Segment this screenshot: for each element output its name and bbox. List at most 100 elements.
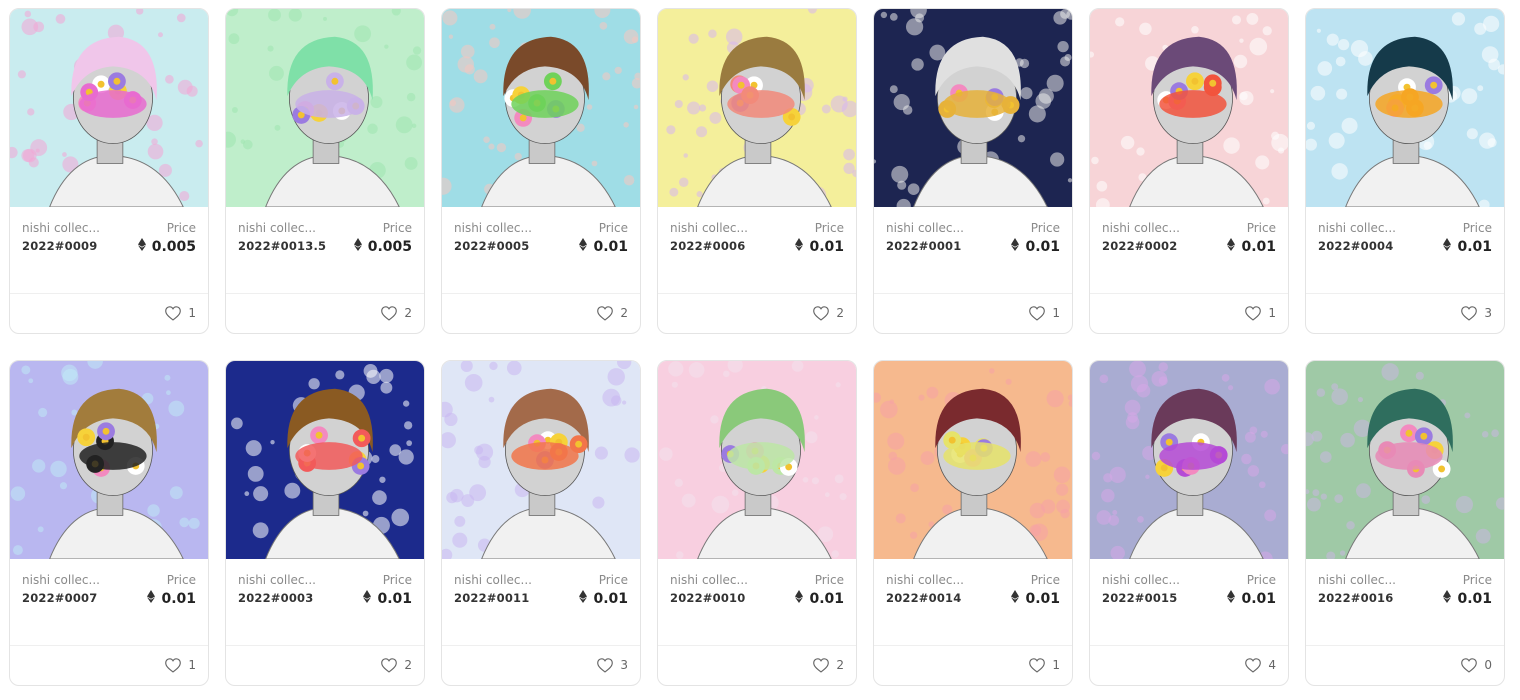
- like-button[interactable]: 3: [1460, 305, 1492, 321]
- like-button[interactable]: 1: [164, 305, 196, 321]
- nft-artwork-image[interactable]: [658, 9, 856, 207]
- nft-name[interactable]: 2022#0001: [886, 239, 961, 253]
- nft-card[interactable]: nishi collec... 2022#0004 Price 0.01 3: [1305, 8, 1505, 334]
- nft-name[interactable]: 2022#0002: [1102, 239, 1177, 253]
- like-button[interactable]: 1: [1244, 305, 1276, 321]
- price-label: Price: [814, 573, 844, 587]
- nft-card[interactable]: nishi collec... 2022#0013.5 Price 0.005 …: [225, 8, 425, 334]
- collection-name[interactable]: nishi collec...: [670, 221, 748, 235]
- nft-card[interactable]: nishi collec... 2022#0009 Price 0.005 1: [9, 8, 209, 334]
- nft-name[interactable]: 2022#0015: [1102, 591, 1177, 605]
- price-label: Price: [1462, 573, 1492, 587]
- like-button[interactable]: 2: [380, 305, 412, 321]
- nft-artwork-image[interactable]: [226, 361, 424, 559]
- like-button[interactable]: 3: [596, 657, 628, 673]
- nft-name[interactable]: 2022#0004: [1318, 239, 1393, 253]
- card-info: nishi collec... 2022#0002 Price 0.01: [1090, 207, 1288, 294]
- heart-icon[interactable]: [812, 305, 830, 321]
- collection-name[interactable]: nishi collec...: [1318, 221, 1396, 235]
- nft-artwork-image[interactable]: [874, 361, 1072, 559]
- price-value: 0.01: [1011, 590, 1060, 607]
- collection-name[interactable]: nishi collec...: [454, 221, 532, 235]
- collection-name[interactable]: nishi collec...: [1318, 573, 1396, 587]
- nft-card[interactable]: nishi collec... 2022#0011 Price 0.01 3: [441, 360, 641, 686]
- nft-name[interactable]: 2022#0003: [238, 591, 313, 605]
- nft-card[interactable]: nishi collec... 2022#0014 Price 0.01 1: [873, 360, 1073, 686]
- nft-card[interactable]: nishi collec... 2022#0003 Price 0.01 2: [225, 360, 425, 686]
- nft-name[interactable]: 2022#0006: [670, 239, 745, 253]
- heart-icon[interactable]: [1028, 657, 1046, 673]
- nft-name[interactable]: 2022#0007: [22, 591, 97, 605]
- heart-icon[interactable]: [380, 305, 398, 321]
- nft-card[interactable]: nishi collec... 2022#0001 Price 0.01 1: [873, 8, 1073, 334]
- nft-card[interactable]: nishi collec... 2022#0016 Price 0.01 0: [1305, 360, 1505, 686]
- collection-name[interactable]: nishi collec...: [22, 573, 100, 587]
- ethereum-icon: [137, 238, 146, 255]
- nft-card[interactable]: nishi collec... 2022#0015 Price 0.01 4: [1089, 360, 1289, 686]
- nft-artwork-image[interactable]: [442, 361, 640, 559]
- nft-card[interactable]: nishi collec... 2022#0006 Price 0.01 2: [657, 8, 857, 334]
- heart-icon[interactable]: [380, 657, 398, 673]
- like-count: 1: [188, 658, 196, 672]
- nft-card[interactable]: nishi collec... 2022#0007 Price 0.01 1: [9, 360, 209, 686]
- heart-icon[interactable]: [1244, 305, 1262, 321]
- card-info: nishi collec... 2022#0005 Price 0.01: [442, 207, 640, 294]
- collection-name[interactable]: nishi collec...: [1102, 221, 1180, 235]
- nft-artwork-image[interactable]: [1090, 361, 1288, 559]
- heart-icon[interactable]: [596, 657, 614, 673]
- nft-artwork-image[interactable]: [10, 9, 208, 207]
- like-count: 1: [1052, 306, 1060, 320]
- collection-name[interactable]: nishi collec...: [886, 221, 964, 235]
- heart-icon[interactable]: [1244, 657, 1262, 673]
- like-button[interactable]: 1: [1028, 657, 1060, 673]
- nft-name[interactable]: 2022#0009: [22, 239, 97, 253]
- like-count: 2: [620, 306, 628, 320]
- like-button[interactable]: 2: [812, 657, 844, 673]
- nft-name[interactable]: 2022#0005: [454, 239, 529, 253]
- nft-artwork-image[interactable]: [1090, 9, 1288, 207]
- nft-artwork-image[interactable]: [658, 361, 856, 559]
- like-button[interactable]: 0: [1460, 657, 1492, 673]
- collection-name[interactable]: nishi collec...: [238, 573, 316, 587]
- nft-artwork-image[interactable]: [226, 9, 424, 207]
- nft-name[interactable]: 2022#0014: [886, 591, 961, 605]
- nft-artwork-image[interactable]: [1306, 9, 1504, 207]
- nft-card[interactable]: nishi collec... 2022#0005 Price 0.01 2: [441, 8, 641, 334]
- collection-name[interactable]: nishi collec...: [670, 573, 748, 587]
- collection-name[interactable]: nishi collec...: [886, 573, 964, 587]
- like-button[interactable]: 4: [1244, 657, 1276, 673]
- nft-artwork-image[interactable]: [1306, 361, 1504, 559]
- collection-name[interactable]: nishi collec...: [238, 221, 316, 235]
- nft-name[interactable]: 2022#0013.5: [238, 239, 326, 253]
- price-value: 0.01: [1443, 238, 1492, 255]
- like-button[interactable]: 2: [380, 657, 412, 673]
- card-info: nishi collec... 2022#0007 Price 0.01: [10, 559, 208, 646]
- like-button[interactable]: 1: [1028, 305, 1060, 321]
- heart-icon[interactable]: [1460, 657, 1478, 673]
- heart-icon[interactable]: [1460, 305, 1478, 321]
- price-amount: 0.01: [1025, 590, 1060, 607]
- nft-card[interactable]: nishi collec... 2022#0010 Price 0.01 2: [657, 360, 857, 686]
- like-button[interactable]: 2: [812, 305, 844, 321]
- like-button[interactable]: 1: [164, 657, 196, 673]
- collection-name[interactable]: nishi collec...: [1102, 573, 1180, 587]
- collection-name[interactable]: nishi collec...: [22, 221, 100, 235]
- collection-name[interactable]: nishi collec...: [454, 573, 532, 587]
- nft-name[interactable]: 2022#0011: [454, 591, 529, 605]
- heart-icon[interactable]: [812, 657, 830, 673]
- nft-artwork-image[interactable]: [874, 9, 1072, 207]
- nft-artwork-image[interactable]: [442, 9, 640, 207]
- nft-name[interactable]: 2022#0010: [670, 591, 745, 605]
- heart-icon[interactable]: [596, 305, 614, 321]
- like-button[interactable]: 2: [596, 305, 628, 321]
- nft-artwork-image[interactable]: [10, 361, 208, 559]
- price-value: 0.01: [1011, 238, 1060, 255]
- heart-icon[interactable]: [164, 305, 182, 321]
- heart-icon[interactable]: [164, 657, 182, 673]
- price-label: Price: [382, 221, 412, 235]
- nft-name[interactable]: 2022#0016: [1318, 591, 1393, 605]
- price-amount: 0.01: [593, 590, 628, 607]
- heart-icon[interactable]: [1028, 305, 1046, 321]
- nft-card[interactable]: nishi collec... 2022#0002 Price 0.01 1: [1089, 8, 1289, 334]
- card-info: nishi collec... 2022#0011 Price 0.01: [442, 559, 640, 646]
